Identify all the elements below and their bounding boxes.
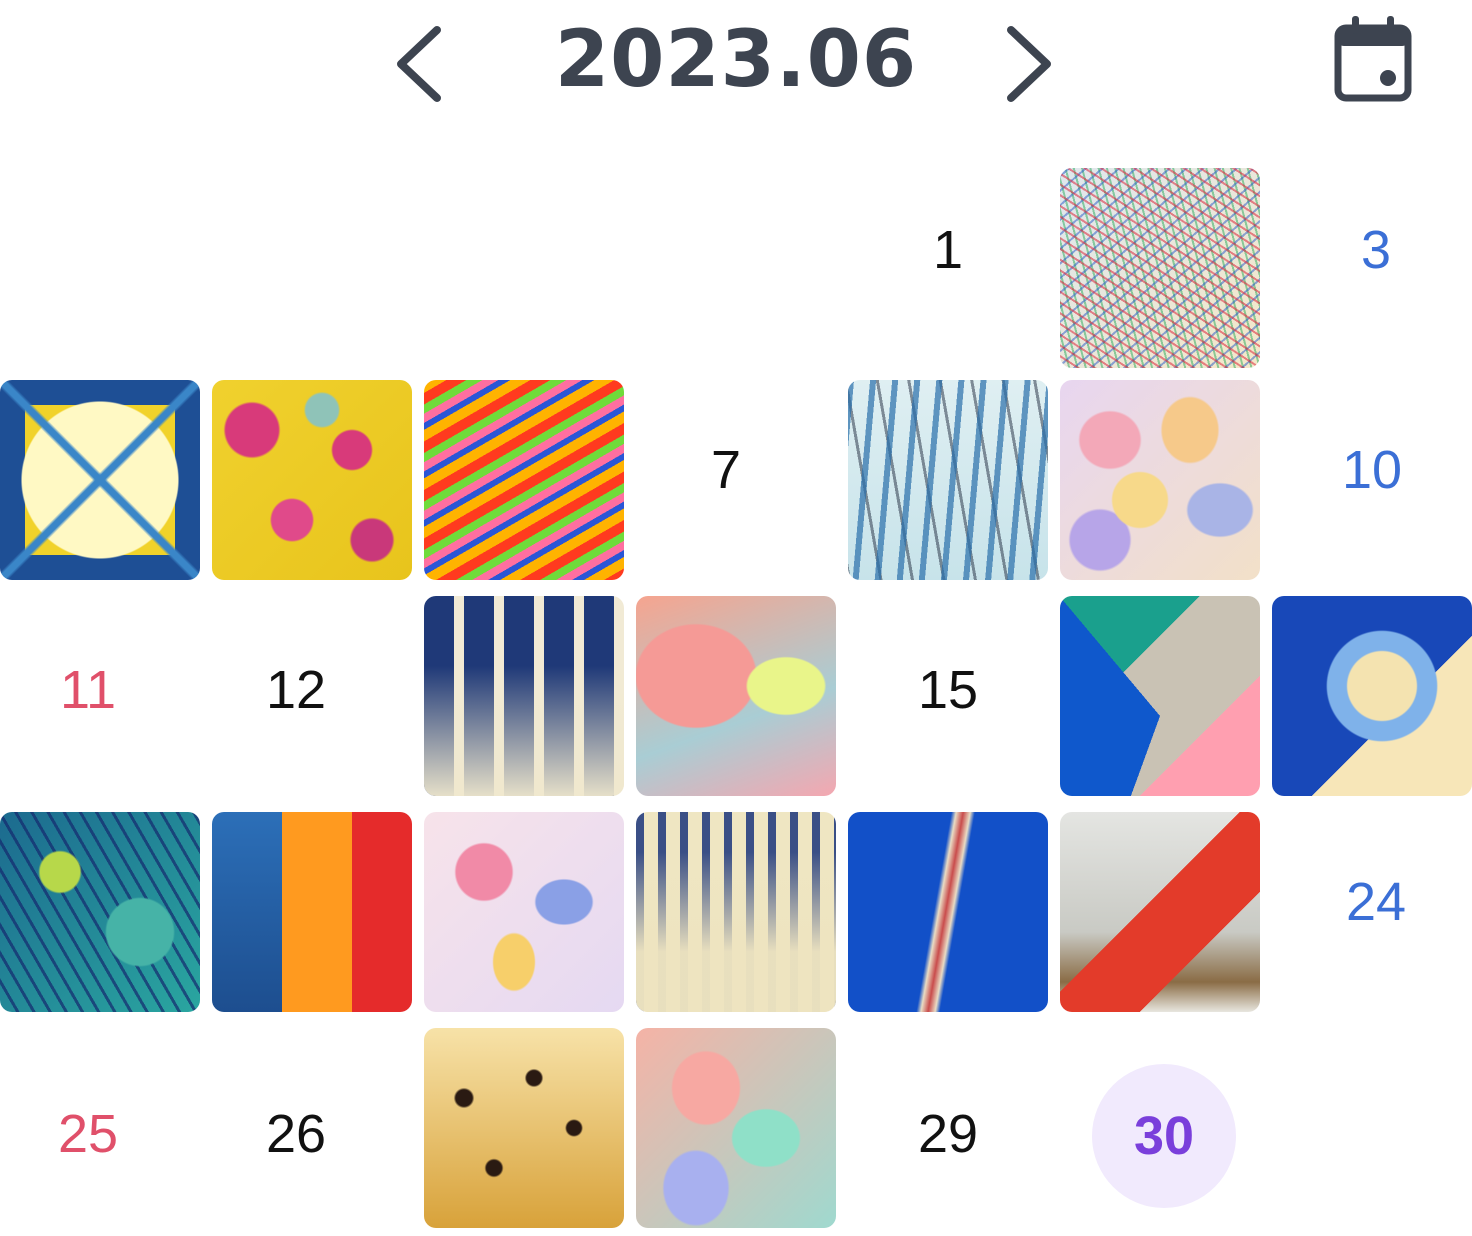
artwork-day-9[interactable] (1060, 380, 1260, 580)
month-header: 2023.06 (0, 0, 1472, 130)
artwork-day-8[interactable] (848, 380, 1048, 580)
artwork-day-20[interactable] (424, 812, 624, 1012)
next-month-button[interactable] (993, 22, 1063, 102)
artwork-day-23[interactable] (1060, 812, 1260, 1012)
day-15[interactable]: 15 (848, 590, 1048, 790)
day-30-cell[interactable]: 30 (1064, 1036, 1264, 1236)
day-11[interactable]: 11 (0, 590, 188, 790)
artwork-day-2[interactable] (1060, 168, 1260, 368)
chevron-right-icon (1007, 26, 1051, 102)
today-indicator: 30 (1092, 1064, 1236, 1208)
artwork-day-19[interactable] (212, 812, 412, 1012)
day-26[interactable]: 26 (196, 1034, 396, 1234)
artwork-day-4[interactable] (0, 380, 200, 580)
artwork-day-18[interactable] (0, 812, 200, 1012)
calendar-icon (1334, 16, 1412, 102)
artwork-day-5[interactable] (212, 380, 412, 580)
day-7[interactable]: 7 (626, 370, 826, 570)
artwork-day-28[interactable] (636, 1028, 836, 1228)
day-10[interactable]: 10 (1272, 370, 1472, 570)
artwork-day-27[interactable] (424, 1028, 624, 1228)
day-3[interactable]: 3 (1276, 150, 1472, 350)
month-title: 2023.06 (554, 15, 918, 105)
artwork-day-6[interactable] (424, 380, 624, 580)
chevron-left-icon (397, 26, 441, 102)
artwork-day-13[interactable] (424, 596, 624, 796)
day-25[interactable]: 25 (0, 1034, 188, 1234)
calendar-picker-button[interactable] (1330, 14, 1416, 104)
day-29[interactable]: 29 (848, 1034, 1048, 1234)
artwork-day-16[interactable] (1060, 596, 1260, 796)
day-12[interactable]: 12 (196, 590, 396, 790)
artwork-day-21[interactable] (636, 812, 836, 1012)
artwork-day-22[interactable] (848, 812, 1048, 1012)
artwork-day-17[interactable] (1272, 596, 1472, 796)
day-24[interactable]: 24 (1276, 802, 1472, 1002)
prev-month-button[interactable] (385, 22, 455, 102)
artwork-day-14[interactable] (636, 596, 836, 796)
day-1[interactable]: 1 (848, 150, 1048, 350)
